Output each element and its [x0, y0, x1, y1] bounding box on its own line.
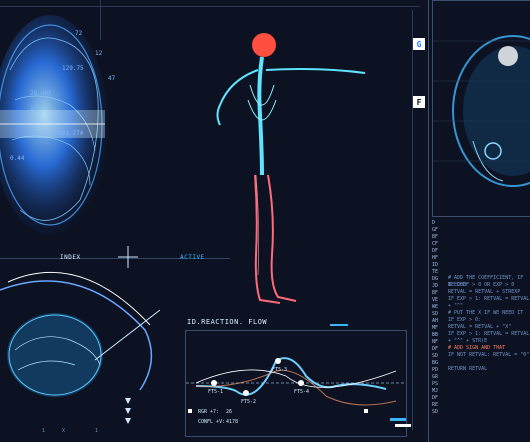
code-lines: # ADD THE COEFFICIENT, IF NEEDED IF COEF …: [448, 275, 530, 373]
code-line: RETVAL = RETVAL + STREXP: [448, 289, 521, 295]
letter-item: DF: [432, 346, 439, 352]
letter-item: D: [432, 220, 436, 226]
letter-column: D GF BF CF DF HF ID TE DG JD BF VE WE SD AH MF BB NF DF SD B…: [432, 220, 444, 416]
code-line: # ADD SIGN AND THAT: [448, 345, 506, 351]
node-2: FT5-2: [241, 399, 257, 405]
code-line: IF EXP > 1: RETVAL = RETVAL + "^": [448, 296, 530, 309]
code-panel: D GF BF CF DF HF ID TE DG JD BF VE WE SD AH MF BB NF DF SD B…: [432, 220, 530, 435]
readout-label-1: RGR +7:: [198, 409, 220, 415]
body-scan: [200, 25, 370, 310]
readout-1: 72: [75, 30, 83, 37]
letter-item: TE: [432, 269, 439, 275]
letter-item: DG: [432, 276, 439, 282]
letter-item: JD: [432, 283, 439, 289]
top-rule: [0, 6, 420, 7]
flow-accent: [330, 324, 348, 326]
letter-item: DF: [432, 248, 439, 254]
skeleton-figure: [216, 33, 366, 304]
readout-3: 26.403: [30, 90, 52, 97]
letter-item: RE: [432, 402, 439, 408]
code-line: IF EXP > 1: RETVAL = RETVAL + "^" + STR(…: [448, 331, 530, 344]
brain-circle-panel: 1 X 1: [0, 270, 161, 442]
tick-x: X: [62, 428, 66, 434]
letter-item: ID: [432, 262, 439, 268]
letter-item: HF: [432, 255, 439, 261]
code-line: # ADD THE COEFFICIENT, IF NEEDED: [448, 275, 524, 288]
letter-item: SD: [432, 311, 439, 317]
letter-item: CF: [432, 241, 439, 247]
top-rule-2: [100, 0, 101, 40]
letter-item: MJ: [432, 388, 439, 394]
letter-item: PS: [432, 381, 439, 387]
code-line: # PUT THE X IF WE NEED IT: [448, 310, 524, 316]
readout-8: 47: [108, 75, 116, 82]
right-divider: [428, 0, 429, 442]
tick-1: 1: [42, 428, 46, 434]
index-label: INDEX: [60, 254, 81, 261]
tick-2: 1: [95, 428, 99, 434]
code-line: IF NOT RETVAL: RETVAL = "0": [448, 352, 530, 358]
letter-item: MF: [432, 325, 439, 331]
letter-item: VE: [432, 297, 439, 303]
code-line: IF EXP > 0:: [448, 317, 482, 323]
code-line: RETURN RETVAL: [448, 366, 488, 372]
bottom-accent-2: [395, 424, 411, 427]
skull-image: [433, 35, 530, 187]
readout-value-1: 26: [226, 409, 233, 415]
readout-5: 101.274: [58, 130, 84, 137]
letter-item: SD: [432, 353, 439, 359]
letter-item: BF: [432, 290, 439, 296]
letter-item: BG: [432, 360, 439, 366]
readout-label-2: CONFL +V:: [198, 419, 226, 425]
reaction-flow-panel: ID.REACTION. FLOW FT5-1 FT5-2 FT5-3 FT5-…: [185, 318, 410, 438]
letter-item: DF: [432, 395, 439, 401]
g-button[interactable]: G: [413, 38, 425, 50]
letter-item: AH: [432, 318, 439, 324]
readout-6: 0.44: [10, 155, 25, 162]
skull-panel: [432, 0, 530, 217]
code-line: RETVAL = RETVAL + "X": [448, 324, 512, 330]
readout-7: 12: [95, 50, 103, 57]
code-line: IF COEF > 0 OR EXP > 0: [448, 282, 515, 288]
letter-item: GF: [432, 227, 439, 233]
brain-scan-panel: 72 129.75 26.403 10 101.274 0.44 12 47: [0, 10, 120, 240]
readout-value-2: 4178: [226, 419, 239, 425]
letter-item: GR: [432, 374, 439, 380]
brain-scan-image: [0, 15, 108, 235]
node-1: FT5-1: [208, 389, 224, 395]
f-button[interactable]: F: [413, 96, 425, 108]
brain-circle-image: [0, 271, 161, 424]
right-divider-2: [412, 10, 413, 430]
index-bar: INDEX ACTIVE: [0, 246, 230, 268]
readout-2: 129.75: [62, 65, 84, 72]
hud-screen: 72 129.75 26.403 10 101.274 0.44 12 47 I…: [0, 0, 530, 442]
crosshair-icon: [118, 246, 138, 268]
letter-item: NF: [432, 339, 439, 345]
letter-item: SD: [432, 409, 439, 415]
flow-frame: FT5-1 FT5-2 FT5-3 FT5-4 RGR +7: 26 CONFL…: [185, 330, 407, 437]
node-3: FT5-3: [272, 367, 288, 373]
letter-item: WE: [432, 304, 439, 310]
letter-item: BF: [432, 234, 439, 240]
readout-4: 10: [30, 105, 38, 112]
flow-title: ID.REACTION. FLOW: [187, 318, 268, 326]
bottom-accent-1: [390, 418, 406, 421]
node-4: FT5-4: [294, 389, 310, 395]
letter-item: BB: [432, 332, 439, 338]
letter-item: PD: [432, 367, 439, 373]
